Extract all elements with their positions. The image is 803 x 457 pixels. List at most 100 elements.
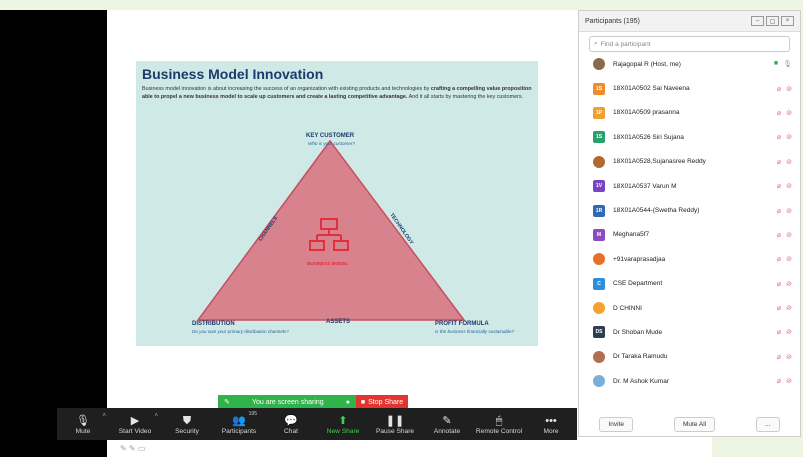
avatar: C [593,277,605,290]
minimize-icon[interactable]: – [751,16,764,26]
participant-row[interactable]: 1S 18X01A0502 Sai Naveena ⌀ ⊘ [579,76,800,100]
participant-status-icons: ⌀ ⊘ [777,304,792,312]
muted-microphone-icon: ⌀ [776,158,782,166]
participant-row[interactable]: C CSE Department ⌀ ⊘ [579,272,800,296]
muted-microphone-icon: ⌀ [776,329,782,337]
popout-icon[interactable]: ▢ [766,16,779,26]
more-button[interactable]: ••• More [525,408,577,440]
slide-title: Business Model Innovation [142,66,324,82]
avatar: DS [593,326,605,339]
participant-row[interactable]: Dr. M Ashok Kumar ⌀ ⊘ [579,369,800,393]
participant-name: Meghana5f7 [613,231,650,239]
muted-microphone-icon: ⌀ [776,353,782,361]
stop-share-button[interactable]: ■ Stop Share [356,395,408,409]
participant-row[interactable]: 18X01A0528,Sujanasree Reddy ⌀ ⊘ [579,150,800,174]
search-icon: ⌕ [594,40,598,47]
muted-microphone-icon: ⌀ [776,378,782,386]
participant-row[interactable]: 1R 18X01A0544-(Swetha Reddy) ⌀ ⊘ [579,198,800,222]
participant-row[interactable]: Dr Taraka Ramudu ⌀ ⊘ [579,345,800,369]
muted-microphone-icon: ⌀ [776,134,782,142]
participant-search-input[interactable]: ⌕ Find a participant [589,36,790,52]
new-share-button[interactable]: ⬆ New Share [317,408,369,440]
avatar: 1S [593,82,605,95]
video-off-icon: ⊘ [786,378,792,386]
assets-label: ASSETS [326,319,351,325]
chat-icon: 💬 [284,414,298,427]
more-icon: ••• [545,414,557,427]
participant-status-icons: ⌀ ⊘ [777,85,792,93]
video-off-icon: ⊘ [786,256,792,264]
video-off-icon: ⊘ [786,305,792,313]
distribution-sub: Do you own your primary distribution cha… [192,329,289,334]
invite-button[interactable]: Invite [599,416,634,432]
muted-microphone-icon: ⌀ [776,280,782,288]
window-controls: – ▢ × [751,16,794,26]
avatar: 1R [593,204,605,217]
muted-microphone-icon: ⌀ [776,85,782,93]
participant-name: Dr Shoban Mude [613,328,663,336]
profit-formula-label: PROFIT FORMULA [435,321,489,327]
participant-row[interactable]: DS Dr Shoban Mude ⌀ ⊘ [579,320,800,344]
business-model-label: BUSINESS MODEL [307,261,349,266]
participant-status-icons: ⌀ ⊘ [777,109,792,117]
participant-list: Rajagopal R (Host, me) ■ 🎙 1S 18X01A0502 Sai… [579,52,800,393]
participant-name: Rajagopal R (Host, me) [613,60,681,68]
chevron-up-icon[interactable]: ˄ [154,413,158,419]
muted-microphone-icon: ⌀ [776,305,782,313]
participant-row[interactable]: 1P 18X01A0509 prasanna ⌀ ⊘ [579,101,800,125]
avatar: 1S [593,131,605,144]
muted-microphone-icon: ⌀ [776,109,782,117]
shield-icon: ⛊ [182,414,192,427]
participant-row[interactable]: +91varaprasadjaa ⌀ ⊘ [579,247,800,271]
microphone-icon: 🎙 [783,61,792,69]
avatar: M [593,228,605,241]
participant-name: Dr. M Ashok Kumar [613,377,669,385]
security-button[interactable]: ⛊ Security [161,408,213,440]
video-on-icon: ■ [773,60,779,68]
participant-row[interactable]: M Meghana5f7 ⌀ ⊘ [579,223,800,247]
pen-icon: ✎ [442,414,452,427]
avatar: 1P [593,106,605,119]
close-icon[interactable]: × [781,16,794,26]
participant-status-icons: ⌀ ⊘ [777,158,792,166]
participant-status-icons: ⌀ ⊘ [777,328,792,336]
participants-panel-footer: Invite Mute All ... [579,412,800,436]
participant-row[interactable]: Rajagopal R (Host, me) ■ 🎙 [579,52,800,76]
participants-panel-header: Participants (195) – ▢ × [579,11,800,32]
mute-all-button[interactable]: Mute All [674,416,716,432]
slide: Business Model Innovation Business model… [136,61,538,346]
annotate-button[interactable]: ✎ Annotate [421,408,473,440]
more-options-button[interactable]: ... [756,416,780,432]
participant-name: 18X01A0537 Varun M [613,182,677,190]
screen-left-border [0,10,107,457]
participant-row[interactable]: D CHINNI ⌀ ⊘ [579,296,800,320]
video-off-icon: ⊘ [786,329,792,337]
video-off-icon: ⊘ [786,158,792,166]
triangle-diagram [196,139,466,321]
remote-control-button[interactable]: 🖱 Remote Control [473,408,525,440]
participant-name: 18X01A0502 Sai Naveena [613,85,690,93]
muted-microphone-icon: ⌀ [776,183,782,191]
mute-button[interactable]: 🎙 Mute ˄ [57,408,109,440]
participants-count: 195 [248,411,257,417]
triangle [196,139,466,321]
sharing-status-text: You are screen sharing [251,398,324,406]
shield-icon: ● [345,398,350,406]
profit-formula-sub: Is the business financially sustainable? [435,329,515,334]
pin-icon[interactable]: ✎ [224,398,230,406]
pause-share-button[interactable]: ❚❚ Pause Share [369,408,421,440]
participant-name: CSE Department [613,280,663,288]
video-off-icon: ⊘ [786,280,792,288]
participants-button[interactable]: 👥 Participants 195 [213,408,265,440]
chat-button[interactable]: 💬 Chat [265,408,317,440]
video-off-icon: ⊘ [786,231,792,239]
participant-row[interactable]: 1S 18X01A0526 Siri Sujana ⌀ ⊘ [579,125,800,149]
chevron-up-icon[interactable]: ˄ [102,413,106,419]
participant-status-icons: ⌀ ⊘ [777,133,792,141]
muted-microphone-icon: ⌀ [776,207,782,215]
annotation-toolbar-remnant: ✎ ✎ ▭ [120,444,146,453]
participant-name: 18X01A0509 prasanna [613,109,680,117]
start-video-button[interactable]: ▶ Start Video ˄ [109,408,161,440]
participant-status-icons: ■ 🎙 [774,60,792,68]
participant-row[interactable]: 1V 18X01A0537 Varun M ⌀ ⊘ [579,174,800,198]
